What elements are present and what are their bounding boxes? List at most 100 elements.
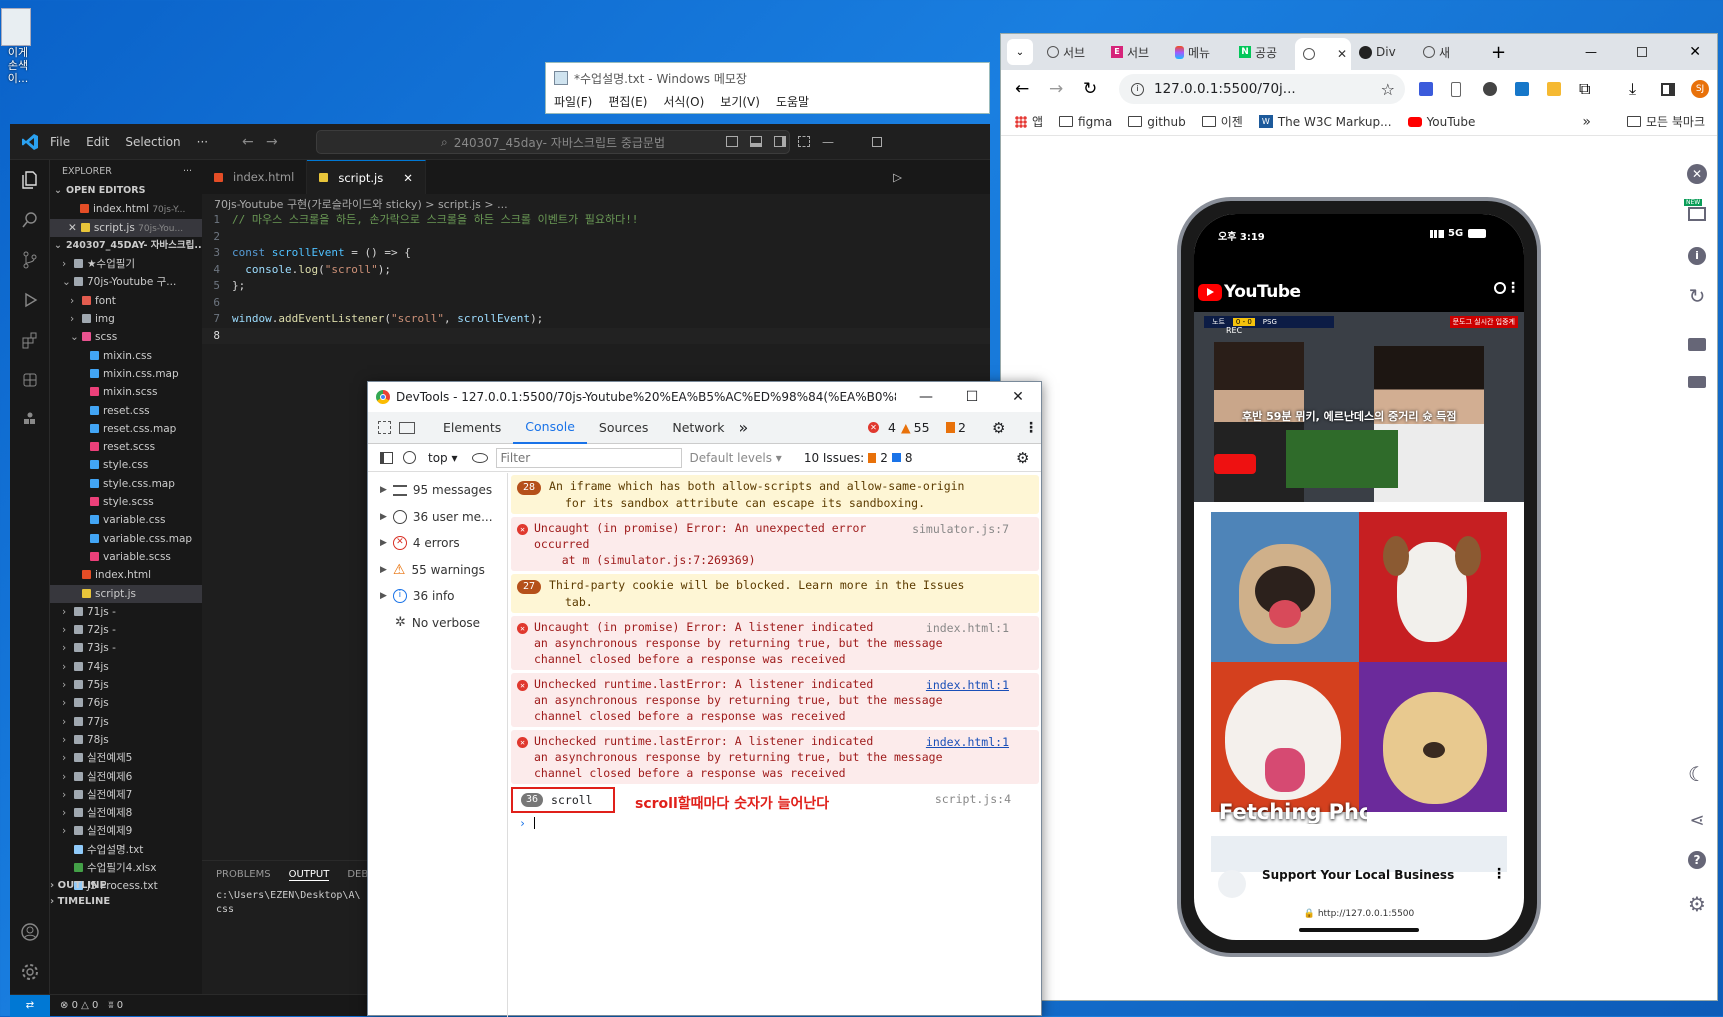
settings-gear-icon[interactable]: ⚙	[992, 419, 1005, 437]
status-ports[interactable]: ʬ 0	[108, 1000, 123, 1011]
search-icon[interactable]	[1494, 282, 1506, 294]
outline-section[interactable]: › OUTLINE › TIMELINE	[50, 880, 202, 912]
sidebar-errors[interactable]: ▶ ✕ 4 errors	[368, 530, 507, 557]
photo-grid[interactable]: Fetching Photo	[1211, 512, 1507, 836]
tree-folder[interactable]: › 77js	[50, 713, 202, 731]
settings-gear-icon[interactable]	[10, 952, 50, 992]
minimize-button[interactable]: —	[822, 135, 834, 149]
browser-tab[interactable]: Div	[1351, 38, 1415, 66]
minimize-button[interactable]: —	[1585, 45, 1597, 59]
message-source-link[interactable]: index.html:1	[926, 620, 1009, 636]
bookmark-w3c[interactable]: W The W3C Markup...	[1258, 115, 1392, 129]
tree-file[interactable]: style.css	[50, 456, 202, 474]
code-editor[interactable]: 1// 마우스 스크롤을 하든, 손가락으로 스크롤을 하든 스크롤 이벤트가 …	[202, 212, 990, 344]
console-error-message[interactable]: ✕ Uncaught (in promise) Error: A listener…	[511, 616, 1039, 670]
warning-count-badge[interactable]: ▲ 55	[901, 420, 930, 435]
tree-file[interactable]: script.js	[50, 584, 202, 603]
camera-icon[interactable]	[1677, 324, 1717, 364]
tree-file[interactable]: mixin.css.map	[50, 365, 202, 383]
tab-sources[interactable]: Sources	[587, 412, 660, 444]
tree-file[interactable]: style.css.map	[50, 475, 202, 493]
rotate-icon[interactable]: ↻	[1677, 276, 1717, 316]
issues-count-badge[interactable]: 2	[946, 420, 966, 435]
console-prompt[interactable]: ›	[509, 813, 1041, 833]
open-editor-item[interactable]: index.html 70js-Y...	[50, 200, 202, 218]
tab-search-icon[interactable]: ⌄	[1007, 39, 1033, 65]
minimize-button[interactable]: —	[903, 382, 949, 412]
phone-screen[interactable]: 오후 3:19 5G YouTube ⋮ 노트 0 - 0 PSG REC 문도그 …	[1194, 214, 1524, 940]
tab-index-html[interactable]: index.html	[202, 160, 308, 194]
notepad-menu-file[interactable]: 파일(F)	[554, 93, 592, 110]
info-icon[interactable]: i	[1677, 236, 1717, 276]
browser-tab[interactable]: 서브	[1039, 38, 1103, 66]
tree-file[interactable]: 수업필기4.xlsx	[50, 859, 202, 877]
sidebar-info[interactable]: ▶ i 36 info	[368, 583, 507, 610]
ad-card[interactable]: Support Your Local Business ⋮	[1194, 866, 1524, 906]
all-bookmarks[interactable]: 모든 북마크	[1626, 113, 1705, 130]
reload-icon[interactable]: ↻	[1083, 79, 1097, 99]
notepad-menu-format[interactable]: 서식(O)	[663, 93, 704, 110]
close-window-button[interactable]: ✕	[995, 382, 1041, 412]
tree-folder[interactable]: › 실전예제6	[50, 768, 202, 786]
open-editor-item[interactable]: ✕ script.js 70js-You...	[50, 218, 202, 237]
vscode-menu-more[interactable]: ···	[197, 135, 208, 149]
tab-console[interactable]: Console	[513, 412, 587, 444]
run-icon[interactable]: ▷	[893, 170, 902, 184]
workspace-header[interactable]: ⌄ 240307_45DAY- 자바스크립...	[50, 237, 202, 255]
tree-folder[interactable]: ⌄ 70js-Youtube 구...	[50, 273, 202, 291]
puzzle-icon[interactable]	[10, 400, 50, 440]
more-vert-icon[interactable]: ⋮	[1492, 866, 1506, 882]
tree-folder[interactable]: › 실전예제7	[50, 786, 202, 804]
new-tab-icon[interactable]: +	[1491, 42, 1506, 63]
notepad-menu-view[interactable]: 보기(V)	[720, 93, 760, 110]
ad-title[interactable]: Support Your Local Business	[1262, 868, 1454, 882]
tree-folder[interactable]: › 75js	[50, 676, 202, 694]
vscode-menu-selection[interactable]: Selection	[125, 135, 180, 149]
browser-tab-active[interactable]: ✕	[1295, 38, 1351, 70]
context-selector[interactable]: top ▾	[428, 451, 458, 465]
source-control-icon[interactable]	[10, 240, 50, 280]
panel-tab-problems[interactable]: PROBLEMS	[216, 869, 271, 881]
extension-icon[interactable]	[1547, 82, 1561, 96]
breadcrumb[interactable]: 70js-Youtube 구현(가로슬라이드와 sticky) > script…	[214, 196, 508, 212]
browser-tab[interactable]: 새	[1415, 38, 1479, 66]
layout-secondary-icon[interactable]	[774, 136, 786, 147]
device-toolbar-icon[interactable]	[399, 421, 415, 434]
more-tabs-icon[interactable]: »	[739, 418, 749, 437]
console-filter-input[interactable]	[495, 447, 682, 468]
status-problems[interactable]: ⊗ 0 △ 0	[60, 1000, 98, 1011]
explorer-icon[interactable]	[10, 160, 50, 200]
tree-file[interactable]: reset.scss	[50, 438, 202, 456]
tree-folder[interactable]: › 74js	[50, 658, 202, 676]
tab-network[interactable]: Network	[660, 412, 736, 444]
help-icon[interactable]: ?	[1677, 840, 1717, 880]
tree-folder[interactable]: › img	[50, 310, 202, 328]
notepad-menu-edit[interactable]: 편집(E)	[608, 93, 647, 110]
bookmark-folder[interactable]: github	[1128, 115, 1186, 129]
tree-file[interactable]: mixin.scss	[50, 383, 202, 401]
browser-tab[interactable]: 메뉴	[1167, 38, 1231, 66]
profile-avatar[interactable]: SJ	[1691, 80, 1709, 98]
bookmark-star-icon[interactable]: ☆	[1381, 80, 1395, 99]
account-icon[interactable]	[10, 912, 50, 952]
layout-sidebar-icon[interactable]	[726, 136, 738, 147]
open-editors-header[interactable]: ⌄ OPEN EDITORS	[50, 182, 202, 200]
extension-icon[interactable]	[1451, 81, 1461, 97]
tree-folder[interactable]: › 실전예제5	[50, 749, 202, 767]
close-window-button[interactable]: ✕	[1689, 44, 1701, 60]
tab-elements[interactable]: Elements	[431, 412, 513, 444]
site-info-icon[interactable]: i	[1131, 82, 1144, 96]
tree-file[interactable]: style.scss	[50, 493, 202, 511]
more-vert-icon[interactable]: ⋮	[1506, 280, 1520, 296]
tree-file[interactable]: variable.css.map	[50, 530, 202, 548]
tree-folder[interactable]: › ★수업필기	[50, 255, 202, 273]
customize-layout-icon[interactable]	[798, 136, 810, 147]
close-icon[interactable]: ✕	[1337, 47, 1347, 61]
tree-folder[interactable]: › 73js -	[50, 639, 202, 657]
inspect-element-icon[interactable]	[378, 421, 391, 434]
console-settings-icon[interactable]: ⚙	[1016, 449, 1029, 467]
maximize-button[interactable]	[1637, 47, 1647, 57]
vscode-menu-edit[interactable]: Edit	[86, 135, 109, 149]
sidebar-toggle-icon[interactable]	[380, 451, 393, 464]
run-debug-icon[interactable]	[10, 280, 50, 320]
